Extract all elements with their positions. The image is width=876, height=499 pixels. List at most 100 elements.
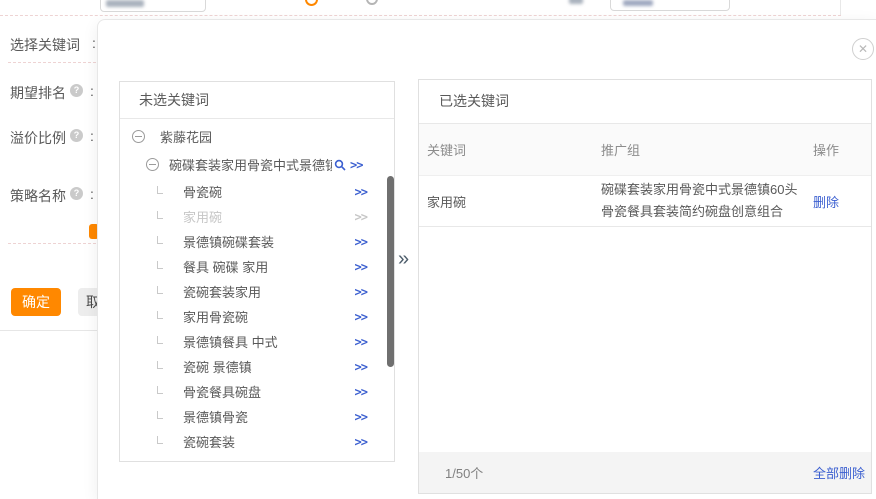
colon: : xyxy=(90,128,94,144)
tree-branch-icon xyxy=(157,336,163,344)
tree-branch-icon xyxy=(157,211,163,219)
collapse-minus-icon[interactable] xyxy=(132,130,145,143)
warning-icon xyxy=(305,0,318,6)
add-keyword-arrows[interactable]: >> xyxy=(355,410,367,424)
form-label-strategy-name: 策略名称 xyxy=(10,186,66,206)
section-divider xyxy=(0,330,97,331)
keyword-tree: 紫藤花园 碗碟套装家用骨瓷中式景德镇... xyxy=(120,119,394,461)
tree-item: 骨瓷碗 >> xyxy=(120,179,394,204)
tree-branch-icon xyxy=(157,311,163,319)
panel-footer: 1/50个 全部删除 xyxy=(419,452,871,493)
tree-branch-icon xyxy=(157,361,163,369)
form-label-select-keywords: 选择关键词 xyxy=(10,35,80,55)
tree-item-label: 家用骨瓷碗 xyxy=(183,307,248,326)
tree-item: 瓷碗套装 >> xyxy=(120,429,394,454)
table-row: 家用碗 碗碟套装家用骨瓷中式景德镇60头骨瓷餐具套装简约碗盘创意组合 删除 xyxy=(419,176,871,227)
tree-item: 景德镇骨瓷 >> xyxy=(120,404,394,429)
tree-branch-icon xyxy=(157,436,163,444)
help-circle-icon xyxy=(366,0,378,5)
add-keyword-arrows[interactable]: >> xyxy=(355,335,367,349)
tree-item: 景德镇餐具 中式 >> xyxy=(120,329,394,354)
form-label-premium-ratio: 溢价比例 xyxy=(10,128,66,148)
tree-item: 清雅明媚 xyxy=(120,454,394,461)
dashed-separator xyxy=(8,243,96,244)
column-header-adgroup: 推广组 xyxy=(601,140,813,159)
blurred-text xyxy=(623,0,653,6)
add-keyword-arrows[interactable]: >> xyxy=(355,360,367,374)
top-input-left[interactable] xyxy=(100,0,206,12)
divider xyxy=(840,0,841,15)
tree-item-label: 瓷碗套装 xyxy=(183,432,235,451)
close-icon[interactable]: ✕ xyxy=(852,38,874,60)
tree-branch-icon xyxy=(157,411,163,419)
confirm-button[interactable]: 确定 xyxy=(11,288,61,316)
colon: : xyxy=(90,186,94,202)
tree-item-label: 骨瓷餐具碗盘 xyxy=(183,382,261,401)
tree-item-label: 清雅明媚 xyxy=(160,458,212,461)
add-keyword-arrows[interactable]: >> xyxy=(355,435,367,449)
tree-item-label: 碗碟套装家用骨瓷中式景德镇... xyxy=(169,155,332,174)
panel-title: 已选关键词 xyxy=(419,80,871,124)
tree-item: 景德镇碗碟套装 >> xyxy=(120,229,394,254)
adgroup-cell: 碗碟套装家用骨瓷中式景德镇60头骨瓷餐具套装简约碗盘创意组合 xyxy=(601,179,813,223)
form-label-expected-rank: 期望排名 xyxy=(10,83,66,103)
tree-item: 碗碟套装家用骨瓷中式景德镇... >> xyxy=(120,150,394,179)
move-all-right-icon[interactable]: » xyxy=(398,248,409,271)
add-keyword-arrows[interactable]: >> xyxy=(355,185,367,199)
selected-keywords-panel: 已选关键词 关键词 推广组 操作 家用碗 碗碟套装家用骨瓷中式景德镇60头骨瓷餐… xyxy=(418,79,872,494)
help-icon[interactable]: ? xyxy=(70,129,83,142)
delete-all-link[interactable]: 全部删除 xyxy=(813,463,865,482)
column-header-action: 操作 xyxy=(813,140,871,159)
help-icon[interactable]: ? xyxy=(70,187,83,200)
table-header: 关键词 推广组 操作 xyxy=(419,124,871,176)
colon: : xyxy=(90,83,94,99)
tree-item-label: 餐具 碗碟 家用 xyxy=(183,257,268,276)
keyword-select-dialog: ✕ 未选关键词 紫藤花园 xyxy=(97,19,876,499)
top-input-right[interactable] xyxy=(610,0,730,11)
selected-count: 1/50个 xyxy=(445,463,483,482)
collapse-minus-icon[interactable] xyxy=(146,158,159,171)
search-icon[interactable] xyxy=(334,159,346,171)
add-keyword-arrows[interactable]: >> xyxy=(355,260,367,274)
tree-item: 餐具 碗碟 家用 >> xyxy=(120,254,394,279)
add-keyword-arrows[interactable]: >> xyxy=(355,235,367,249)
tree-item: 骨瓷餐具碗盘 >> xyxy=(120,379,394,404)
tree-item-label: 景德镇碗碟套装 xyxy=(183,232,274,251)
page: 选择关键词 : 期望排名 ? : 溢价比例 ? : 策略名称 ? : 确定 取消… xyxy=(0,0,876,499)
delete-link[interactable]: 删除 xyxy=(813,192,871,211)
tree-item-label: 瓷碗 景德镇 xyxy=(183,357,252,376)
help-icon[interactable]: ? xyxy=(70,84,83,97)
colon: : xyxy=(92,35,96,51)
add-keyword-arrows[interactable]: >> xyxy=(355,285,367,299)
tree-item: 紫藤花园 xyxy=(120,123,394,150)
dashed-separator xyxy=(8,62,96,63)
blurred-text xyxy=(106,0,144,7)
unselected-keywords-panel: 未选关键词 紫藤花园 xyxy=(119,81,395,462)
tree-item: 家用碗 >> xyxy=(120,204,394,229)
keyword-cell: 家用碗 xyxy=(427,192,601,211)
tree-branch-icon xyxy=(157,386,163,394)
add-keyword-arrows[interactable]: >> xyxy=(355,385,367,399)
tree-branch-icon xyxy=(157,261,163,269)
tree-branch-icon xyxy=(157,286,163,294)
tree-item-label: 紫藤花园 xyxy=(160,127,212,146)
add-keyword-arrows[interactable]: >> xyxy=(350,158,362,172)
tree-item-label: 景德镇骨瓷 xyxy=(183,407,248,426)
column-header-keyword: 关键词 xyxy=(427,140,601,159)
panel-title: 未选关键词 xyxy=(120,82,394,119)
tree-item-label: 瓷碗套装家用 xyxy=(183,282,261,301)
scrollbar-thumb[interactable] xyxy=(387,176,394,367)
tree-item-label: 家用碗 xyxy=(183,207,222,226)
tree-branch-icon xyxy=(157,186,163,194)
tree-item: 家用骨瓷碗 >> xyxy=(120,304,394,329)
tree-item: 瓷碗套装家用 >> xyxy=(120,279,394,304)
tree-item: 瓷碗 景德镇 >> xyxy=(120,354,394,379)
tree-item-label: 景德镇餐具 中式 xyxy=(183,332,278,351)
add-keyword-arrows[interactable]: >> xyxy=(355,210,367,224)
blurred-icon xyxy=(569,0,583,4)
dashed-separator xyxy=(0,15,841,16)
tree-branch-icon xyxy=(157,236,163,244)
tree-item-label: 骨瓷碗 xyxy=(183,182,222,201)
empty-area xyxy=(419,227,871,452)
add-keyword-arrows[interactable]: >> xyxy=(355,310,367,324)
